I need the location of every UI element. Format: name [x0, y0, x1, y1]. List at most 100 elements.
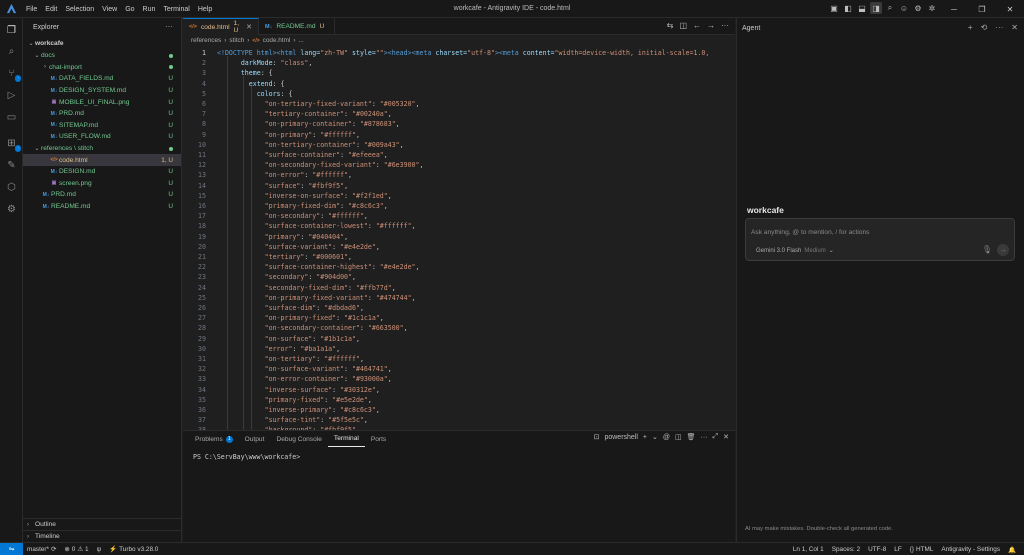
more-actions-icon[interactable]: ···: [995, 23, 1003, 32]
more-actions-icon[interactable]: ···: [165, 22, 173, 31]
split-terminal-icon[interactable]: ◫: [675, 433, 682, 441]
md-file-icon: M↓: [50, 75, 58, 82]
chat-input[interactable]: [751, 226, 1006, 238]
go-forward-icon[interactable]: →: [707, 21, 715, 30]
gear-icon[interactable]: ⚙: [4, 202, 19, 217]
menu-file[interactable]: File: [22, 6, 41, 13]
code-editor[interactable]: 1 <!DOCTYPE html><html lang="zh-TW" style…: [183, 46, 735, 430]
file-item[interactable]: ▣ screen.png U: [23, 178, 181, 190]
indentation[interactable]: Spaces: 2: [828, 546, 864, 553]
remote-indicator-icon[interactable]: ⇋: [0, 542, 23, 555]
warning-icon: ⚠: [77, 546, 84, 553]
layout-icon[interactable]: ▣: [828, 2, 840, 14]
file-item[interactable]: M↓ PRD.md U: [23, 108, 181, 120]
more-actions-icon[interactable]: ···: [721, 21, 729, 30]
file-item[interactable]: </> code.html 1, U: [23, 154, 181, 166]
tab-ports[interactable]: Ports: [365, 431, 392, 447]
search-icon[interactable]: ⌕: [4, 44, 19, 59]
new-chat-icon[interactable]: +: [968, 23, 973, 32]
chevron-down-icon[interactable]: ⌄: [652, 433, 658, 441]
remote-explorer-icon[interactable]: ▭: [4, 110, 19, 125]
tab-problems[interactable]: Problems 1: [189, 431, 239, 447]
feather-icon[interactable]: ✎: [4, 158, 19, 173]
settings-gear-icon[interactable]: ⚙: [912, 2, 924, 14]
maximize-panel-icon[interactable]: ⤢: [713, 433, 719, 441]
close-tab-icon[interactable]: ✕: [246, 23, 252, 31]
breadcrumb-item[interactable]: ...: [299, 37, 304, 44]
tab-label: Ports: [370, 435, 387, 443]
menu-terminal[interactable]: Terminal: [159, 6, 193, 13]
menu-selection[interactable]: Selection: [61, 6, 98, 13]
model-selector[interactable]: Gemini 3.0 Flash Medium ⌄: [756, 247, 834, 255]
file-item[interactable]: M↓ USER_FLOW.md U: [23, 131, 181, 143]
file-item[interactable]: M↓ DESIGN_SYSTEM.md U: [23, 85, 181, 97]
encoding[interactable]: UTF-8: [864, 546, 890, 553]
send-button[interactable]: →: [997, 244, 1009, 256]
toggle-primary-sidebar-icon[interactable]: ◧: [842, 2, 854, 14]
maximize-icon[interactable]: ❐: [968, 0, 996, 18]
tab-terminal[interactable]: Terminal: [327, 431, 365, 447]
file-item[interactable]: ▣ MOBILE_UI_FINAL.png U: [23, 96, 181, 108]
file-item[interactable]: M↓ DESIGN.md U: [23, 166, 181, 178]
account-icon[interactable]: ☺: [898, 2, 910, 14]
close-icon[interactable]: ✕: [996, 0, 1024, 18]
run-debug-icon[interactable]: ▷: [4, 88, 19, 103]
menu-run[interactable]: Run: [139, 6, 160, 13]
new-terminal-icon[interactable]: +: [643, 434, 647, 441]
tab-output[interactable]: Output: [239, 431, 271, 447]
problems-indicator[interactable]: ⊗ 0 ⚠ 1: [60, 545, 92, 554]
turbo-indicator[interactable]: ⚡ Turbo v3.28.0: [105, 545, 162, 554]
folder-item[interactable]: ⌄ references \ stitch: [23, 143, 181, 155]
history-icon[interactable]: ⟲: [981, 23, 988, 32]
terminal-prompt[interactable]: PS C:\ServBay\www\workcafe>: [193, 453, 300, 461]
code-line: 10 "on-tertiary-container": "#009a43",: [183, 140, 735, 150]
extensions-icon[interactable]: ⊞ ·: [4, 136, 21, 152]
line-number: 16: [198, 202, 206, 210]
close-panel-icon[interactable]: ✕: [723, 433, 729, 441]
branch-indicator[interactable]: master* ⟳: [23, 545, 60, 554]
timeline-section[interactable]: › Timeline: [23, 530, 181, 542]
language-mode[interactable]: {} HTML: [906, 546, 938, 553]
go-back-icon[interactable]: ←: [693, 21, 701, 30]
menu-edit[interactable]: Edit: [41, 6, 61, 13]
menu-help[interactable]: Help: [194, 6, 216, 13]
breadcrumb-item[interactable]: references: [191, 37, 221, 44]
workspace-root[interactable]: ⌄ workcafe: [23, 38, 181, 50]
search-icon[interactable]: ⌕: [884, 2, 896, 14]
settings-indicator[interactable]: Antigravity - Settings: [937, 546, 1004, 553]
file-item[interactable]: M↓ README.md U: [23, 201, 181, 213]
cursor-position[interactable]: Ln 1, Col 1: [789, 546, 828, 553]
tab-code-html[interactable]: </> code.html 1, U ✕: [183, 18, 259, 35]
file-item[interactable]: M↓ PRD.md U: [23, 189, 181, 201]
file-item[interactable]: M↓ DATA_FIELDS.md U: [23, 73, 181, 85]
more-actions-icon[interactable]: ···: [701, 434, 708, 441]
menu-go[interactable]: Go: [121, 6, 138, 13]
file-item[interactable]: M↓ SITEMAP.md U: [23, 120, 181, 132]
toggle-panel-icon[interactable]: ⬓: [856, 2, 868, 14]
minimize-icon[interactable]: ─: [940, 0, 968, 18]
trash-icon[interactable]: 🗑: [687, 433, 696, 441]
source-control-icon[interactable]: ⑂ ·: [4, 66, 21, 82]
box-icon[interactable]: ⬡: [4, 180, 19, 195]
shell-name[interactable]: powershell: [604, 434, 637, 441]
notifications-icon[interactable]: 🔔: [1004, 546, 1020, 554]
toggle-secondary-sidebar-icon[interactable]: ◨: [870, 2, 882, 14]
breadcrumb-item[interactable]: code.html: [263, 37, 291, 44]
folder-item[interactable]: › chat-import: [23, 62, 181, 74]
tab-readme-md[interactable]: M↓ README.md U: [259, 18, 335, 35]
mention-icon[interactable]: @: [663, 434, 670, 441]
menu-view[interactable]: View: [98, 6, 121, 13]
app-logo-icon: [6, 3, 17, 14]
outline-section[interactable]: › Outline: [23, 518, 181, 530]
close-icon[interactable]: ✕: [1011, 23, 1018, 32]
microphone-icon[interactable]: 🎙: [982, 245, 992, 254]
extension-icon[interactable]: ✲: [926, 2, 938, 14]
breadcrumb-item[interactable]: stitch: [229, 37, 244, 44]
end-of-line[interactable]: LF: [890, 546, 905, 553]
split-editor-icon[interactable]: ◫: [679, 21, 687, 30]
folder-item[interactable]: ⌄ docs: [23, 50, 181, 62]
tab-debug-console[interactable]: Debug Console: [270, 431, 327, 447]
explorer-icon[interactable]: ❐: [4, 23, 19, 38]
ports-indicator[interactable]: ψ: [93, 546, 106, 553]
open-changes-icon[interactable]: ⇆: [667, 21, 674, 30]
